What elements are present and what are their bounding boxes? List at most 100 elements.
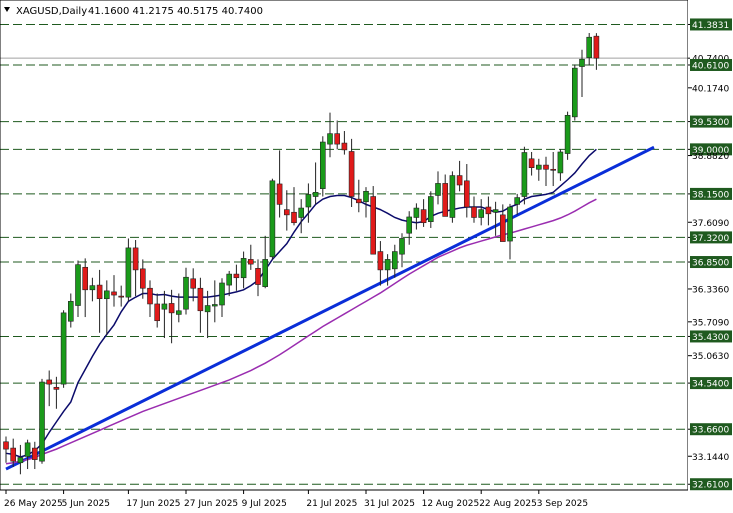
candle-body-down <box>456 175 463 186</box>
candle-body-up <box>305 194 312 208</box>
candle-body-up <box>68 301 74 322</box>
price-tick-label: 40.1740 <box>692 84 729 94</box>
level-label: 41.3831 <box>692 21 729 31</box>
candle-body-down <box>248 259 254 265</box>
candle-body-up <box>262 259 269 287</box>
candle-body-up <box>298 207 305 218</box>
candle-body-down <box>132 247 139 271</box>
level-label: 40.6100 <box>692 61 729 71</box>
candle-body-up <box>183 276 189 310</box>
header: XAGUSD,Daily 41.1600 41.2175 40.5175 40.… <box>4 6 263 17</box>
chart-background <box>0 0 733 513</box>
candle-body-down <box>377 251 384 271</box>
candle-body-down <box>147 287 153 305</box>
candle <box>125 238 132 302</box>
candle-body-down <box>355 198 362 204</box>
candle-body-up <box>219 282 225 306</box>
candle-body-down <box>471 206 477 218</box>
candle-body-up <box>535 164 542 170</box>
candle-body-down <box>3 441 9 450</box>
candle <box>449 171 456 223</box>
level-label: 34.5400 <box>692 380 729 390</box>
candle-body-up <box>269 180 276 258</box>
candle-body-up <box>478 209 485 218</box>
candle-body-down <box>31 447 38 460</box>
candle-body-up <box>75 264 81 306</box>
candle-body-down <box>370 196 377 255</box>
time-tick-label: 22 Aug 2025 <box>479 499 537 509</box>
price-tick-label: 33.1440 <box>692 453 729 463</box>
candle-body-down <box>53 386 60 390</box>
candle-body-up <box>312 192 319 197</box>
candle <box>564 111 571 160</box>
symbol-label: XAGUSD,Daily <box>16 6 87 17</box>
candle <box>319 136 326 197</box>
candle <box>60 310 67 388</box>
candle-body-up <box>449 175 456 218</box>
time-tick-label: 17 Jun 2025 <box>126 499 180 509</box>
candle-body-down <box>485 206 492 215</box>
candle-body-down <box>118 295 124 298</box>
candle-body-up <box>39 381 45 462</box>
candle-body-up <box>521 152 528 197</box>
candle-body-up <box>507 206 513 242</box>
price-chart[interactable]: 41.383140.740040.610040.174039.530039.00… <box>0 0 733 513</box>
candle-body-up <box>427 196 434 222</box>
level-label: 38.1500 <box>692 190 729 200</box>
candle-body-down <box>154 303 160 322</box>
candle-body-up <box>571 67 578 118</box>
candle <box>269 178 276 260</box>
price-tick-label: 35.7090 <box>692 318 729 328</box>
candle-body-up <box>204 305 211 313</box>
candle-body-up <box>240 258 247 279</box>
candle <box>521 146 528 205</box>
time-tick-label: 31 Jul 2025 <box>364 499 415 509</box>
level-label: 37.3200 <box>692 234 729 244</box>
candle-body-up <box>60 312 67 385</box>
level-label: 39.5300 <box>692 118 729 128</box>
candle-body-up <box>327 133 333 145</box>
candle-body-down <box>46 379 53 385</box>
candle-body-up <box>413 207 420 218</box>
candle-body-up <box>406 216 413 234</box>
time-tick-label: 5 Jun 2025 <box>62 499 110 509</box>
candle-body-up <box>125 247 132 298</box>
candle-body-down <box>197 287 204 312</box>
candle-body-down <box>255 268 261 285</box>
candle-body-down <box>291 211 297 224</box>
ohlc-values: 41.1600 41.2175 40.5175 40.7400 <box>88 6 263 17</box>
time-tick-label: 12 Aug 2025 <box>422 499 480 509</box>
price-tick-label: 35.0630 <box>692 352 729 362</box>
candle-body-up <box>319 141 326 189</box>
candle-body-up <box>212 304 218 307</box>
candle-body-down <box>593 35 600 59</box>
candle-body-up <box>391 251 398 270</box>
candle-body-up <box>226 273 232 286</box>
candle-body-down <box>190 278 196 289</box>
candle <box>39 378 45 464</box>
candle-body-up <box>435 183 441 196</box>
candle-body-up <box>363 190 369 203</box>
candle-body-up <box>17 457 24 464</box>
candle-body-down <box>111 291 117 296</box>
candle-body-down <box>348 151 355 197</box>
candle-body-up <box>514 197 521 205</box>
candle-body-up <box>586 36 593 58</box>
candle-body-up <box>24 442 31 457</box>
candle-body-down <box>276 183 283 205</box>
candle-body-down <box>82 266 88 291</box>
candle-body-down <box>463 180 470 208</box>
level-label: 35.4300 <box>692 333 729 343</box>
level-label: 36.8500 <box>692 259 729 269</box>
candle-body-up <box>89 285 96 291</box>
candle-body-up <box>579 58 585 67</box>
candle-body-up <box>384 259 391 271</box>
candle-body-down <box>499 214 506 242</box>
candle <box>370 186 377 255</box>
candle-body-up <box>104 290 110 300</box>
time-tick-label: 26 May 2025 <box>4 499 63 509</box>
price-tick-label: 38.8820 <box>692 152 729 162</box>
candle-body-down <box>168 303 175 314</box>
candle-body-down <box>140 268 146 289</box>
candle-body-down <box>10 447 16 462</box>
